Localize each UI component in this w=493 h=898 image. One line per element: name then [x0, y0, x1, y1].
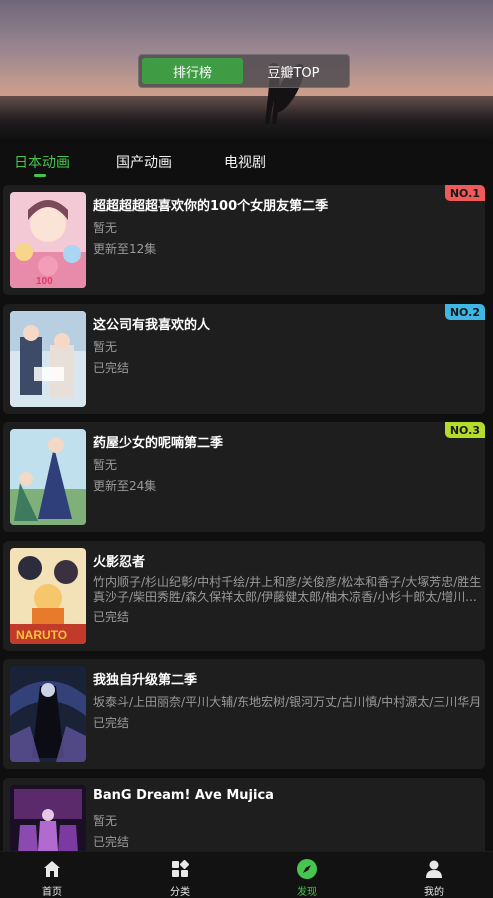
user-icon — [426, 860, 442, 878]
cover-image — [10, 311, 86, 407]
item-status: 已完结 — [93, 610, 130, 624]
home-icon — [44, 861, 60, 877]
cover-image — [10, 429, 86, 525]
category-tabs: 日本动画 国产动画 电视剧 — [0, 143, 493, 181]
rank-badge: NO.3 — [444, 422, 485, 438]
item-cast: 暂无 — [93, 221, 118, 235]
bottom-navigation: 首页 分类 发现 我的 — [0, 851, 493, 898]
grid-icon — [172, 859, 190, 877]
nav-category[interactable]: 分类 — [150, 858, 210, 898]
nav-category-label: 分类 — [170, 887, 190, 898]
item-cast: 暂无 — [93, 458, 118, 472]
list-item[interactable]: NARUTO 火影忍者 竹内顺子/杉山纪彰/中村千绘/井上和彦/关俊彦/松本和香… — [3, 541, 485, 651]
item-status: 已完结 — [93, 835, 130, 849]
nav-profile-label: 我的 — [424, 887, 444, 898]
nav-home-label: 首页 — [42, 887, 62, 898]
list-item[interactable]: 我独自升级第二季 坂泰斗/上田丽奈/平川大辅/东地宏树/银河万丈/古川慎/中村源… — [3, 659, 485, 769]
cover-image: NARUTO — [10, 548, 86, 644]
tab-chinese-anime[interactable]: 国产动画 — [116, 152, 172, 172]
item-title: 我独自升级第二季 — [93, 673, 198, 688]
item-cast: 坂泰斗/上田丽奈/平川大辅/东地宏树/银河万丈/古川慎/中村源太/三川华月 — [93, 695, 482, 709]
item-status: 更新至12集 — [93, 242, 157, 256]
list-item[interactable]: 100 超超超超超喜欢你的100个女朋友第二季 暂无 更新至12集 NO.1 — [3, 185, 485, 295]
active-tab-indicator — [34, 174, 46, 177]
nav-discover[interactable]: 发现 — [277, 858, 337, 898]
item-title: 火影忍者 — [93, 555, 146, 570]
hero-sea — [0, 96, 493, 143]
rank-badge: NO.1 — [444, 185, 485, 201]
cover-image: 100 — [10, 192, 86, 288]
segment-ranking[interactable]: 排行榜 — [142, 58, 243, 84]
item-status: 更新至24集 — [93, 479, 157, 493]
item-title: BanG Dream! Ave Mujica — [93, 788, 274, 803]
rank-badge: NO.2 — [444, 304, 485, 320]
ranking-segment-control: 排行榜 豆瓣TOP — [138, 54, 350, 88]
item-title: 这公司有我喜欢的人 — [93, 318, 211, 333]
svg-text:100: 100 — [36, 276, 53, 287]
compass-icon — [297, 859, 317, 879]
item-title: 超超超超超喜欢你的100个女朋友第二季 — [93, 199, 329, 214]
tab-tv-series[interactable]: 电视剧 — [224, 152, 266, 172]
list-item[interactable]: 这公司有我喜欢的人 暂无 已完结 NO.2 — [3, 304, 485, 414]
item-title: 药屋少女的呢喃第二季 — [93, 436, 224, 451]
nav-profile[interactable]: 我的 — [404, 858, 464, 898]
item-cast-continued: 真沙子/柴田秀胜/森久保祥太郎/伊藤健太郎/柚木凉香/小杉十郎太/增川... — [93, 590, 477, 604]
hero-banner: 排行榜 豆瓣TOP — [0, 0, 493, 143]
nav-discover-label: 发现 — [297, 887, 317, 898]
tab-japanese-anime[interactable]: 日本动画 — [14, 152, 70, 172]
item-cast: 暂无 — [93, 814, 118, 828]
nav-home[interactable]: 首页 — [22, 858, 82, 898]
item-status: 已完结 — [93, 361, 130, 375]
item-status: 已完结 — [93, 716, 130, 730]
list-item[interactable]: 药屋少女的呢喃第二季 暂无 更新至24集 NO.3 — [3, 422, 485, 532]
svg-text:NARUTO: NARUTO — [16, 628, 67, 642]
cover-image — [10, 666, 86, 762]
item-cast: 暂无 — [93, 340, 118, 354]
segment-douban-top[interactable]: 豆瓣TOP — [243, 58, 344, 84]
